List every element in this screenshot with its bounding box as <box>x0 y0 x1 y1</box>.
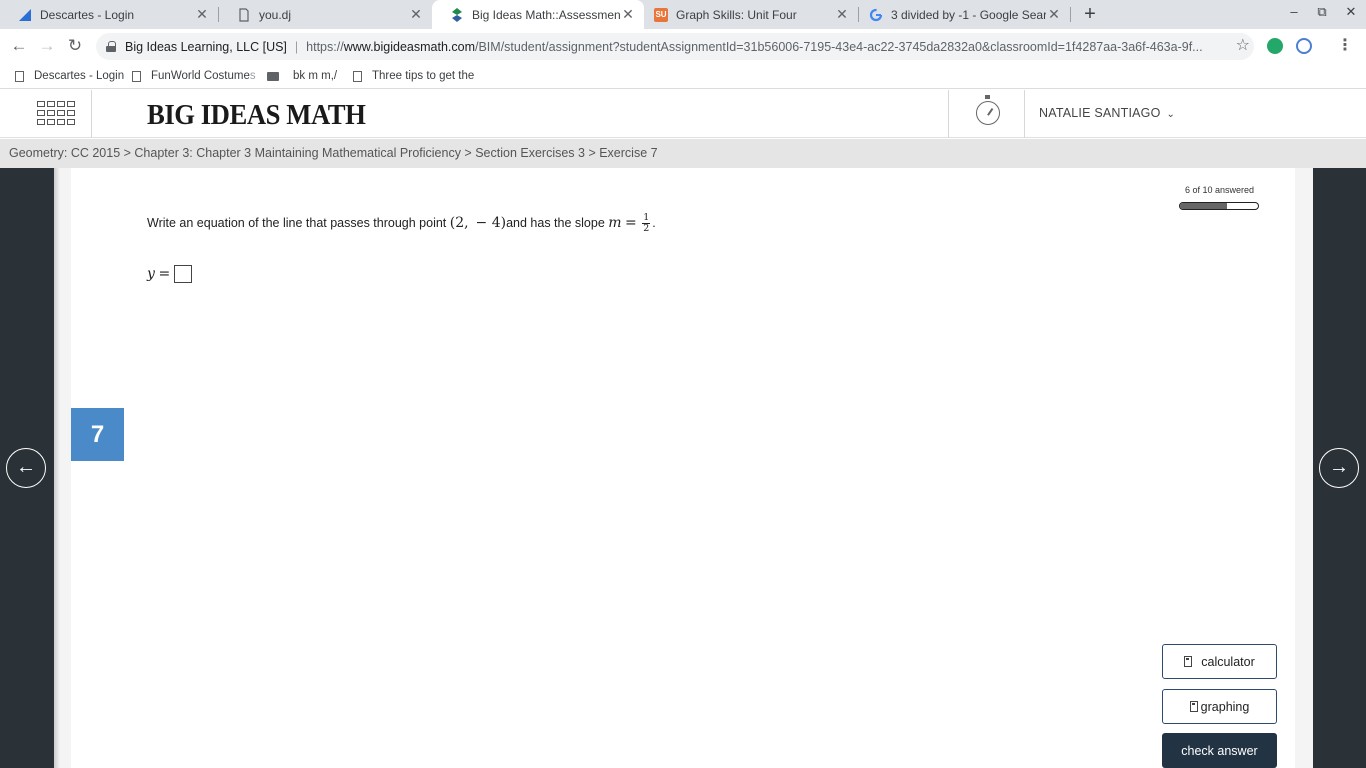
tab-title: Graph Skills: Unit Four <box>676 7 797 22</box>
site-identity: Big Ideas Learning, LLC [US] <box>125 39 287 54</box>
tab-title: Descartes - Login <box>40 7 135 22</box>
question-text: Write an equation of the line that passe… <box>147 213 656 234</box>
page-icon <box>15 70 24 82</box>
question-prompt: Write an equation of the line that passe… <box>147 215 450 230</box>
address-separator: | <box>294 39 299 54</box>
slope-fraction: 12 <box>642 213 651 234</box>
close-window-icon[interactable]: ✕ <box>1341 4 1361 20</box>
bim-icon <box>450 7 464 22</box>
chevron-down-icon: ⌄ <box>1166 109 1176 120</box>
bookmark-label: bk m m,/ <box>293 70 338 82</box>
extension-g-icon[interactable] <box>1267 38 1283 54</box>
bookmark-descartes[interactable]: Descartes - Login <box>15 68 124 84</box>
question-period: . <box>652 215 656 230</box>
su-icon: SU <box>654 7 668 22</box>
bookmark-label: FunWorld Costume <box>151 70 250 82</box>
bookmark-folder-bkmm[interactable]: bk m m,/ <box>267 68 337 84</box>
close-tab-icon[interactable]: ✕ <box>408 6 424 23</box>
reload-icon[interactable]: ↻ <box>64 35 86 57</box>
browser-tab-strip: Descartes - Login ✕ you.dj ✕ Big Ideas M… <box>0 0 1366 29</box>
bookmark-funworld[interactable]: FunWorld Costume s <box>132 68 256 84</box>
descartes-icon <box>18 8 32 22</box>
close-tab-icon[interactable]: ✕ <box>620 6 636 23</box>
graphing-button[interactable]: graphing <box>1162 689 1277 724</box>
folder-icon <box>267 71 279 81</box>
restore-icon[interactable]: ⧉ <box>1312 4 1332 20</box>
right-gutter <box>1295 168 1313 768</box>
stopwatch-icon <box>976 95 1000 125</box>
progress-bar <box>1179 202 1259 210</box>
page-icon <box>353 70 362 82</box>
bookmark-label-fade: s <box>249 70 256 82</box>
user-name: NATALIE SANTIAGO <box>1039 106 1161 120</box>
check-answer-button[interactable]: check answer <box>1162 733 1277 768</box>
breadcrumb[interactable]: Geometry: CC 2015 > Chapter 3: Chapter 3… <box>9 146 658 160</box>
slope-denominator: 2 <box>643 223 650 234</box>
big-ideas-math-logo: BIG IDEAS MATH <box>147 99 366 131</box>
progress-fill <box>1180 203 1227 209</box>
point-x: 2, <box>455 214 469 231</box>
breadcrumb-bar: Geometry: CC 2015 > Chapter 3: Chapter 3… <box>0 139 1366 168</box>
menu-kebab-icon[interactable]: ⋮ <box>1337 35 1353 55</box>
graphing-label: graphing <box>1200 699 1250 714</box>
browser-toolbar: ← → ↻ Big Ideas Learning, LLC [US] | htt… <box>0 29 1366 63</box>
answer-variable: y <box>147 266 155 282</box>
tab-descartes[interactable]: Descartes - Login ✕ <box>0 0 218 29</box>
bookmarks-bar: Descartes - Login FunWorld Costume s bk m… <box>0 63 1366 89</box>
lock-icon <box>106 41 116 52</box>
previous-exercise-button[interactable]: ← <box>6 448 46 488</box>
tab-divider <box>1070 7 1071 22</box>
progress-label: 6 of 10 answered <box>1185 185 1255 195</box>
graphing-calculator-icon <box>1189 701 1198 712</box>
timer-button[interactable] <box>948 90 1025 138</box>
tab-graph-skills[interactable]: SU Graph Skills: Unit Four ✕ <box>644 0 858 29</box>
tab-title: 3 divided by -1 - Google Search <box>891 7 1046 22</box>
page-icon <box>237 7 251 22</box>
url-host: www.bigideasmath.com <box>343 39 475 54</box>
point-y: − 4 <box>475 214 501 231</box>
answer-input[interactable] <box>174 265 193 283</box>
close-tab-icon[interactable]: ✕ <box>834 6 850 23</box>
tab-big-ideas-math[interactable]: Big Ideas Math::Assessment ✕ <box>432 0 644 29</box>
tab-title: you.dj <box>259 7 292 22</box>
bookmark-label: Descartes - Login <box>34 70 125 82</box>
answer-row: y = <box>147 265 193 283</box>
calculator-label: calculator <box>1201 654 1255 669</box>
forward-arrow-icon[interactable]: → <box>36 35 58 57</box>
next-exercise-button[interactable]: → <box>1319 448 1359 488</box>
extension-sync-icon[interactable] <box>1296 38 1312 54</box>
bookmark-three-tips[interactable]: Three tips to get the <box>353 68 474 84</box>
question-middle: and has the slope <box>506 215 609 230</box>
google-icon <box>869 8 883 22</box>
tab-youdj[interactable]: you.dj ✕ <box>219 0 432 29</box>
tab-title: Big Ideas Math::Assessment <box>472 7 620 22</box>
user-menu[interactable]: NATALIE SANTIAGO ⌄ <box>1039 106 1175 120</box>
slope-equals: = <box>625 214 637 231</box>
bookmark-label: Three tips to get the <box>372 70 475 82</box>
answer-equals: = <box>158 266 171 282</box>
url-scheme: https:// <box>306 39 344 54</box>
bookmark-star-icon[interactable]: ☆ <box>1236 35 1250 55</box>
page-icon <box>132 70 141 82</box>
left-gutter <box>54 168 71 768</box>
url-path: /BIM/student/assignment?studentAssignmen… <box>475 39 1203 54</box>
app-header: BIG IDEAS MATH NATALIE SANTIAGO ⌄ <box>0 90 1366 138</box>
apps-grid-icon[interactable] <box>0 90 92 138</box>
calculator-button[interactable]: calculator <box>1162 644 1277 679</box>
close-tab-icon[interactable]: ✕ <box>194 6 210 23</box>
close-tab-icon[interactable]: ✕ <box>1046 6 1062 23</box>
exercise-content <box>71 168 1295 768</box>
calculator-icon <box>1184 656 1193 667</box>
slope-variable: m <box>608 214 622 231</box>
back-arrow-icon[interactable]: ← <box>8 35 30 57</box>
minimize-icon[interactable]: – <box>1284 4 1304 19</box>
address-bar[interactable]: Big Ideas Learning, LLC [US] | https://w… <box>96 33 1254 60</box>
new-tab-button[interactable]: + <box>1080 3 1100 25</box>
tab-google-search[interactable]: 3 divided by -1 - Google Search ✕ <box>859 0 1070 29</box>
question-number-badge: 7 <box>71 408 124 461</box>
